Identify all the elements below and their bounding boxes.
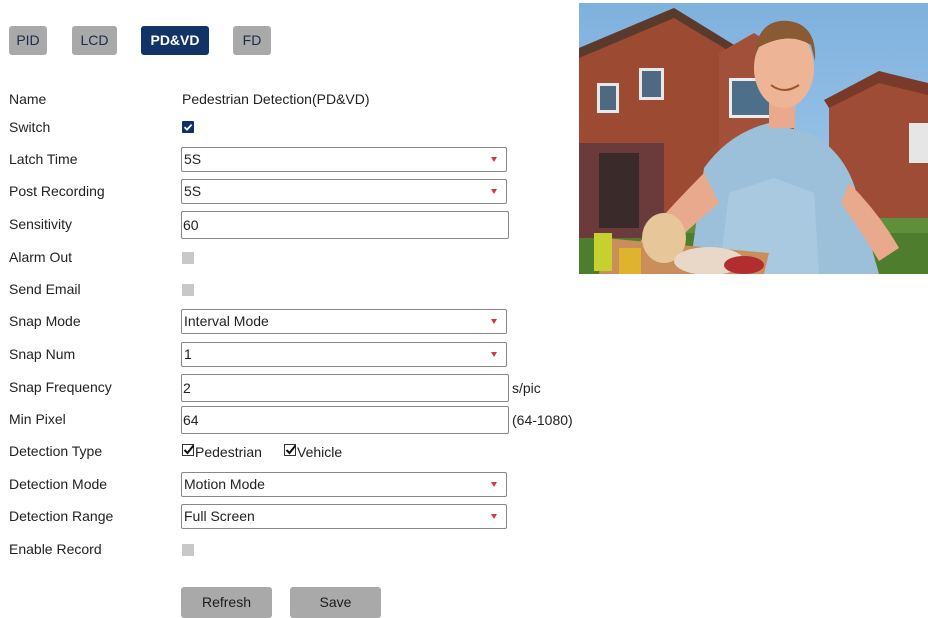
snap-mode-label: Snap Mode xyxy=(9,313,81,329)
alarm-out-checkbox[interactable] xyxy=(182,252,194,264)
row-enable-record: Enable Record xyxy=(0,537,600,563)
snap-mode-select[interactable]: Interval Mode xyxy=(181,309,507,334)
detection-mode-label: Detection Mode xyxy=(9,476,108,492)
enable-record-label: Enable Record xyxy=(9,541,102,557)
snap-num-label: Snap Num xyxy=(9,346,76,362)
alarm-out-label: Alarm Out xyxy=(9,249,73,265)
detection-range-select[interactable]: Full Screen xyxy=(181,504,507,529)
post-recording-select[interactable]: 5S xyxy=(181,179,507,204)
checkbox-checked-icon xyxy=(183,123,193,131)
detection-range-value: Full Screen xyxy=(184,508,255,524)
dropdown-caret-icon xyxy=(491,189,497,194)
row-detection-range: Detection Range Full Screen xyxy=(0,504,600,530)
row-switch: Switch xyxy=(0,115,600,141)
enable-record-checkbox[interactable] xyxy=(182,544,194,556)
detection-mode-value: Motion Mode xyxy=(184,476,265,492)
send-email-label: Send Email xyxy=(9,281,81,297)
snap-frequency-label: Snap Frequency xyxy=(9,379,112,395)
checkbox-checked-icon xyxy=(183,444,195,455)
row-sensitivity: Sensitivity xyxy=(0,211,600,239)
camera-snapshot xyxy=(579,3,928,274)
name-label: Name xyxy=(9,91,47,107)
snap-num-select[interactable]: 1 xyxy=(181,342,507,367)
sensitivity-input[interactable] xyxy=(181,211,509,239)
row-alarm-out: Alarm Out xyxy=(0,245,600,271)
row-name: Name Pedestrian Detection(PD&VD) xyxy=(0,87,600,113)
dropdown-caret-icon xyxy=(491,157,497,162)
save-button[interactable]: Save xyxy=(290,587,381,618)
send-email-checkbox[interactable] xyxy=(182,284,194,296)
row-post-recording: Post Recording 5S xyxy=(0,179,600,205)
refresh-button[interactable]: Refresh xyxy=(181,587,272,618)
tab-pid[interactable]: PID xyxy=(9,26,47,55)
vehicle-checkbox[interactable] xyxy=(284,444,297,456)
detection-range-label: Detection Range xyxy=(9,508,114,524)
row-snap-frequency: Snap Frequency s/pic xyxy=(0,374,600,402)
dropdown-caret-icon xyxy=(491,482,497,487)
post-recording-value: 5S xyxy=(184,183,202,199)
latch-time-value: 5S xyxy=(184,151,202,167)
tab-fd[interactable]: FD xyxy=(233,26,271,55)
detection-mode-select[interactable]: Motion Mode xyxy=(181,472,507,497)
min-pixel-input[interactable] xyxy=(181,406,509,434)
row-snap-num: Snap Num 1 xyxy=(0,342,600,368)
switch-checkbox[interactable] xyxy=(182,121,194,133)
detection-type-label: Detection Type xyxy=(9,443,103,459)
min-pixel-label: Min Pixel xyxy=(9,411,66,427)
tab-lcd[interactable]: LCD xyxy=(72,26,117,55)
latch-time-select[interactable]: 5S xyxy=(181,147,507,172)
row-snap-mode: Snap Mode Interval Mode xyxy=(0,309,600,335)
row-detection-mode: Detection Mode Motion Mode xyxy=(0,472,600,498)
snap-mode-value: Interval Mode xyxy=(184,313,269,329)
min-pixel-range: (64-1080) xyxy=(512,412,573,428)
switch-label: Switch xyxy=(9,119,51,135)
checkbox-checked-icon xyxy=(285,444,297,455)
snap-frequency-unit: s/pic xyxy=(512,380,541,396)
pedestrian-checkbox[interactable] xyxy=(182,444,195,456)
row-min-pixel: Min Pixel (64-1080) xyxy=(0,406,600,434)
name-value: Pedestrian Detection(PD&VD) xyxy=(182,91,370,107)
dropdown-caret-icon xyxy=(491,352,497,357)
dropdown-caret-icon xyxy=(491,319,497,324)
snap-frequency-input[interactable] xyxy=(181,374,509,402)
row-send-email: Send Email xyxy=(0,277,600,303)
post-recording-label: Post Recording xyxy=(9,183,105,199)
latch-time-label: Latch Time xyxy=(9,151,78,167)
row-latch-time: Latch Time 5S xyxy=(0,147,600,173)
row-detection-type: Detection Type Pedestrian Vehicle xyxy=(0,439,600,465)
vehicle-label: Vehicle xyxy=(297,444,343,460)
tab-pdvd[interactable]: PD&VD xyxy=(141,26,209,55)
sensitivity-label: Sensitivity xyxy=(9,216,73,232)
pedestrian-label: Pedestrian xyxy=(195,444,262,460)
dropdown-caret-icon xyxy=(491,514,497,519)
snap-num-value: 1 xyxy=(184,346,192,362)
